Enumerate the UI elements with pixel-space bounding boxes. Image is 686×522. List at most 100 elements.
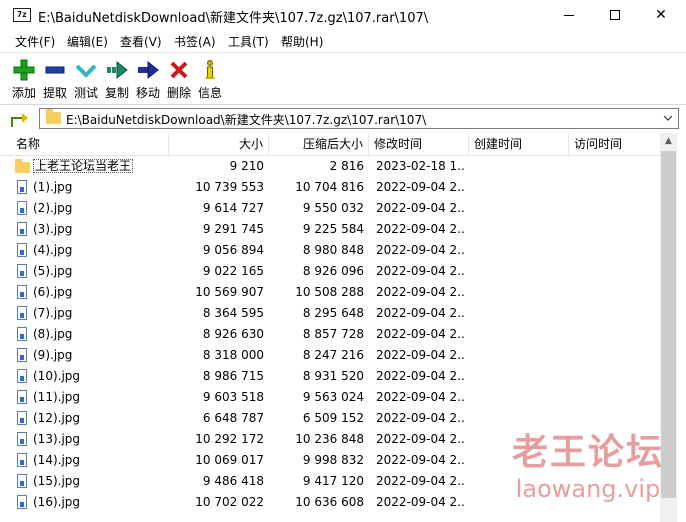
- row-packed-size: 8 295 648: [269, 303, 364, 324]
- row-packed-size-text: 9 225 584: [302, 222, 364, 236]
- row-packed-size-text: 8 247 216: [302, 348, 364, 362]
- row-packed-size: 6 509 152: [269, 408, 364, 429]
- row-icon-slot: [15, 285, 29, 300]
- test-icon: [75, 64, 97, 78]
- row-name: (4).jpg: [33, 240, 168, 261]
- row-packed-size-text: 8 295 648: [302, 306, 364, 320]
- up-arrow-icon: [11, 113, 28, 127]
- row-icon-slot: [15, 411, 29, 426]
- info-button[interactable]: 信息: [195, 55, 225, 101]
- row-icon-slot: [15, 201, 29, 216]
- list-header: 名称 大小 压缩后大小 修改时间 创建时间 访问时间: [0, 133, 660, 156]
- row-packed-size-text: 8 926 096: [302, 264, 364, 278]
- address-bar: E:\BaiduNetdiskDownload\新建文件夹\107.7z.gz\…: [0, 104, 686, 133]
- watermark-en: laowang.vip: [515, 475, 661, 503]
- row-size-text: 10 739 553: [195, 180, 264, 194]
- image-file-icon: [17, 222, 27, 236]
- row-packed-size: 10 236 848: [269, 429, 364, 450]
- row-modified-text: 2023-02-18 1...: [376, 159, 464, 173]
- row-modified: 2022-09-04 2...: [376, 282, 464, 303]
- row-packed-size-text: 2 816: [329, 159, 364, 173]
- row-icon-slot: [15, 348, 29, 363]
- row-packed-size-text: 10 704 816: [295, 180, 364, 194]
- column-packed-size[interactable]: 压缩后大小: [269, 133, 369, 155]
- file-row[interactable]: (9).jpg 8 318 000 8 247 216 2022-09-04 2...: [0, 345, 660, 366]
- row-packed-size-text: 6 509 152: [302, 411, 364, 425]
- column-modified[interactable]: 修改时间: [369, 133, 469, 155]
- minimize-button[interactable]: [546, 0, 592, 31]
- file-row[interactable]: (10).jpg 8 986 715 8 931 520 2022-09-04 2..…: [0, 366, 660, 387]
- file-row[interactable]: (3).jpg 9 291 745 9 225 584 2022-09-04 2...: [0, 219, 660, 240]
- column-accessed[interactable]: 访问时间: [569, 133, 660, 155]
- row-size: 10 569 907: [169, 282, 264, 303]
- chevron-down-icon[interactable]: [662, 112, 674, 124]
- menu-edit[interactable]: 编辑(E): [67, 33, 108, 50]
- row-size: 9 603 518: [169, 387, 264, 408]
- row-packed-size: 8 926 096: [269, 261, 364, 282]
- image-file-icon: [17, 390, 27, 404]
- column-created[interactable]: 创建时间: [469, 133, 569, 155]
- up-folder-button[interactable]: [8, 109, 30, 129]
- row-modified: 2022-09-04 2...: [376, 387, 464, 408]
- row-size-text: 9 486 418: [202, 474, 264, 488]
- row-packed-size-text: 9 550 032: [302, 201, 364, 215]
- row-packed-size-text: 9 998 832: [302, 453, 364, 467]
- row-packed-size: 10 508 288: [269, 282, 364, 303]
- row-size: 10 069 017: [169, 450, 264, 471]
- menu-tools[interactable]: 工具(T): [228, 33, 269, 50]
- 7zip-app-icon: 7z: [13, 8, 31, 22]
- row-size-text: 8 364 595: [202, 306, 264, 320]
- scroll-up-icon[interactable]: ▲: [660, 133, 677, 150]
- row-size: 8 986 715: [169, 366, 264, 387]
- close-button[interactable]: ✕: [638, 0, 684, 31]
- row-modified-text: 2022-09-04 2...: [376, 348, 464, 362]
- row-packed-size: 8 980 848: [269, 240, 364, 261]
- info-label: 信息: [197, 86, 222, 100]
- file-row[interactable]: (5).jpg 9 022 165 8 926 096 2022-09-04 2...: [0, 261, 660, 282]
- row-name-text: (5).jpg: [33, 264, 73, 278]
- file-row[interactable]: (2).jpg 9 614 727 9 550 032 2022-09-04 2...: [0, 198, 660, 219]
- row-packed-size: 9 550 032: [269, 198, 364, 219]
- row-name-text: 上老王论坛当老王: [33, 159, 134, 173]
- file-row[interactable]: (11).jpg 9 603 518 9 563 024 2022-09-04 2..…: [0, 387, 660, 408]
- menu-view[interactable]: 查看(V): [120, 33, 162, 50]
- row-icon-slot: [15, 243, 29, 258]
- row-modified: 2022-09-04 2...: [376, 198, 464, 219]
- image-file-icon: [17, 264, 27, 278]
- row-icon-slot: [15, 369, 29, 384]
- move-icon: [138, 60, 159, 80]
- file-row[interactable]: (1).jpg 10 739 553 10 704 816 2022-09-04 2.…: [0, 177, 660, 198]
- row-modified-text: 2022-09-04 2...: [376, 180, 464, 194]
- image-file-icon: [17, 411, 27, 425]
- row-name: (16).jpg: [33, 492, 168, 513]
- image-file-icon: [17, 474, 27, 488]
- row-packed-size: 10 704 816: [269, 177, 364, 198]
- row-size-text: 10 069 017: [195, 453, 264, 467]
- menu-bookmarks[interactable]: 书签(A): [174, 33, 216, 50]
- row-name: (8).jpg: [33, 324, 168, 345]
- row-name-text: (9).jpg: [33, 348, 73, 362]
- file-row[interactable]: (12).jpg 6 648 787 6 509 152 2022-09-04 2..…: [0, 408, 660, 429]
- menu-file[interactable]: 文件(F): [15, 33, 55, 50]
- row-size-text: 8 318 000: [202, 348, 264, 362]
- column-name[interactable]: 名称: [11, 133, 169, 155]
- file-row[interactable]: (6).jpg 10 569 907 10 508 288 2022-09-04 2.…: [0, 282, 660, 303]
- row-size: 9 291 745: [169, 219, 264, 240]
- row-name: (10).jpg: [33, 366, 168, 387]
- column-size[interactable]: 大小: [169, 133, 269, 155]
- row-icon-slot: [15, 453, 29, 468]
- row-size-text: 9 022 165: [202, 264, 264, 278]
- row-name: (3).jpg: [33, 219, 168, 240]
- title-bar: 7z E:\BaiduNetdiskDownload\新建文件夹\107.7z.…: [0, 0, 686, 31]
- file-row[interactable]: (7).jpg 8 364 595 8 295 648 2022-09-04 2...: [0, 303, 660, 324]
- maximize-button[interactable]: [592, 0, 638, 31]
- menu-bar: 文件(F) 编辑(E) 查看(V) 书签(A) 工具(T) 帮助(H): [0, 31, 686, 51]
- file-row[interactable]: (4).jpg 9 056 894 8 980 848 2022-09-04 2...: [0, 240, 660, 261]
- image-file-icon: [17, 348, 27, 362]
- menu-help[interactable]: 帮助(H): [281, 33, 323, 50]
- path-input[interactable]: E:\BaiduNetdiskDownload\新建文件夹\107.7z.gz\…: [39, 108, 679, 129]
- row-modified-text: 2022-09-04 2...: [376, 495, 464, 509]
- file-row[interactable]: (8).jpg 8 926 630 8 857 728 2022-09-04 2...: [0, 324, 660, 345]
- row-packed-size: 9 998 832: [269, 450, 364, 471]
- folder-row[interactable]: 上老王论坛当老王 9 210 2 816 2023-02-18 1...: [0, 156, 660, 177]
